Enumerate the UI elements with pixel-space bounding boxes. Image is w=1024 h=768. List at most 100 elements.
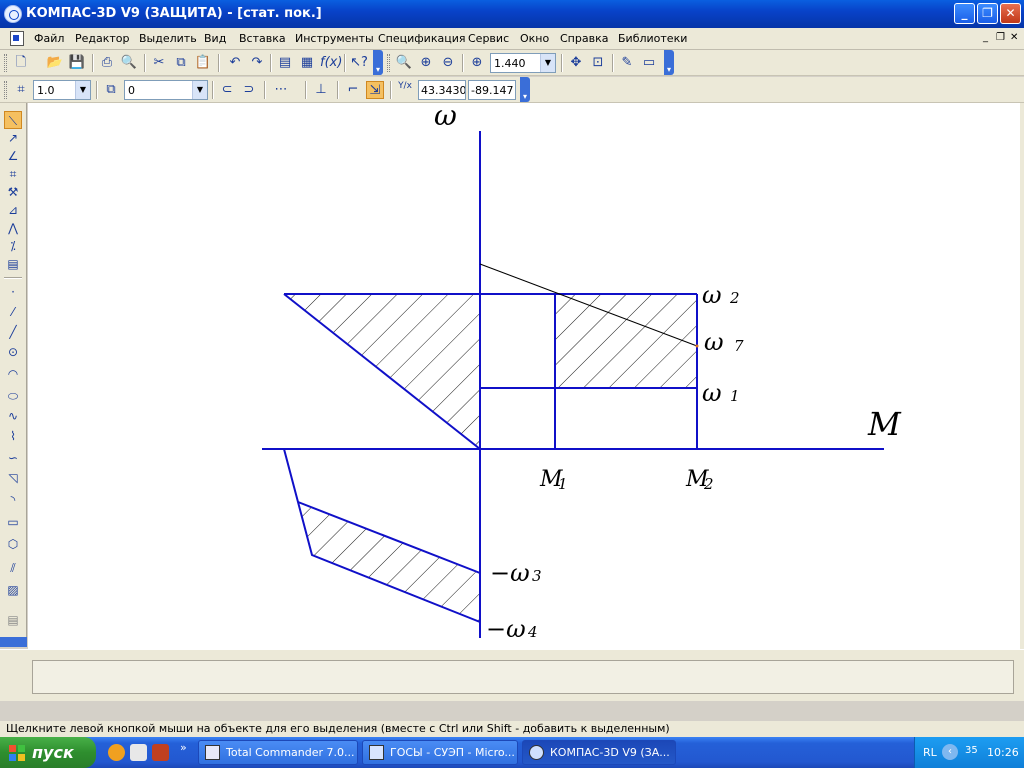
local-snap-icon[interactable]: ⊃ — [240, 81, 258, 99]
mdi-minimize-button[interactable]: _ — [983, 32, 988, 43]
menu-window[interactable]: Окно — [520, 32, 549, 45]
menu-service[interactable]: Сервис — [468, 32, 509, 45]
equidistant-icon[interactable]: ⫽ — [4, 559, 22, 577]
manager-icon[interactable]: ▤ — [276, 54, 294, 72]
new-document-icon[interactable]: 🗋 — [12, 54, 30, 72]
menu-select[interactable]: Выделить — [139, 32, 197, 45]
toolbar-grip[interactable] — [387, 54, 390, 72]
round-mode-icon[interactable]: ⇲ — [366, 81, 384, 99]
print-icon[interactable]: ⎙ — [98, 54, 116, 72]
dimensions-tool-icon[interactable]: ↗ — [4, 129, 22, 147]
menu-view[interactable]: Вид — [204, 32, 226, 45]
undo-icon[interactable]: ↶ — [226, 54, 244, 72]
mdi-restore-button[interactable]: ❐ — [996, 32, 1005, 43]
pan-icon[interactable]: ✥ — [567, 54, 585, 72]
designations-tool-icon[interactable]: ∠ — [4, 147, 22, 165]
quicklaunch-overflow-icon[interactable]: » — [180, 741, 187, 754]
zoom-scale-icon[interactable]: ⊕ — [468, 54, 486, 72]
toolbar-options-icon[interactable] — [0, 637, 27, 647]
step-cursor-icon[interactable]: ⌗ — [12, 81, 30, 99]
circle-icon[interactable]: ⊙ — [4, 343, 22, 361]
chamfer-icon[interactable]: ◹ — [4, 469, 22, 487]
menu-tools[interactable]: Инструменты — [295, 32, 374, 45]
start-button[interactable]: пуск — [0, 737, 96, 768]
layer-combo[interactable]: 0 ▼ — [124, 80, 208, 100]
zoom-window-icon[interactable]: 🔍 — [395, 54, 413, 72]
print-preview-icon[interactable]: 🔍 — [120, 54, 138, 72]
save-icon[interactable]: 💾 — [68, 54, 86, 72]
tray-expand-icon[interactable]: ‹ — [942, 744, 958, 760]
menu-file[interactable]: Файл — [34, 32, 64, 45]
open-folder-icon[interactable]: 📂 — [46, 54, 64, 72]
paste-icon[interactable]: 📋 — [194, 54, 212, 72]
tray-volume-icon[interactable]: 35 — [965, 745, 978, 756]
redo-icon[interactable]: ↷ — [248, 54, 266, 72]
grid-icon[interactable]: ⋯ — [272, 81, 290, 99]
copy-icon[interactable]: ⧉ — [172, 54, 190, 72]
close-button[interactable]: ✕ — [1000, 3, 1021, 24]
zoom-combo[interactable]: 1.440 ▼ — [490, 53, 556, 73]
arc-icon[interactable]: ◠ — [4, 365, 22, 383]
local-coordinates-icon[interactable]: ⊥ — [312, 81, 330, 99]
toolbar-grip[interactable] — [4, 54, 7, 72]
layers-icon[interactable]: ⧉ — [102, 81, 120, 99]
toolbar-options-icon[interactable]: ▾ — [373, 50, 383, 75]
quicklaunch-app-icon[interactable] — [108, 744, 125, 761]
cursor-step-combo[interactable]: 1.0 ▼ — [33, 80, 91, 100]
chevron-down-icon[interactable]: ▼ — [192, 81, 207, 99]
variables-icon[interactable]: f(x) — [320, 54, 342, 72]
mdi-close-button[interactable]: ✕ — [1010, 32, 1018, 43]
minimize-button[interactable]: _ — [954, 3, 975, 24]
parametrization-tool-icon[interactable]: ⚒ — [4, 183, 22, 201]
show-all-icon[interactable]: ⊡ — [589, 54, 607, 72]
spline-icon[interactable]: ∽ — [4, 449, 22, 467]
segment-icon[interactable]: ╱ — [4, 323, 22, 341]
zoom-in-icon[interactable]: ⊕ — [417, 54, 435, 72]
cut-icon[interactable]: ✂ — [150, 54, 168, 72]
continuous-input-icon[interactable]: ∿ — [4, 407, 22, 425]
task-total-commander[interactable]: Total Commander 7.0... — [198, 740, 358, 765]
geometry-tool-icon[interactable]: ⟍ — [4, 111, 22, 129]
kompas-app-icon[interactable] — [4, 5, 22, 23]
menu-help[interactable]: Справка — [560, 32, 608, 45]
quicklaunch-app-icon[interactable] — [152, 744, 169, 761]
language-indicator[interactable]: RL — [923, 746, 937, 759]
chevron-down-icon[interactable]: ▼ — [540, 54, 555, 72]
coord-x-field[interactable]: 43.3430 — [418, 80, 466, 100]
rectangle-icon[interactable]: ▭ — [4, 513, 22, 531]
ortho-mode-icon[interactable]: ⌐ — [344, 81, 362, 99]
menu-specification[interactable]: Спецификация — [378, 32, 465, 45]
task-word[interactable]: ГОСЫ - СУЭП - Micro... — [362, 740, 518, 765]
macro-icon[interactable]: ▤ — [4, 611, 22, 629]
auxiliary-line-icon[interactable]: ⁄ — [4, 303, 22, 321]
toolbar-options-icon[interactable]: ▾ — [520, 77, 530, 102]
display-icon[interactable]: ▭ — [640, 54, 658, 72]
snap-magnet-icon[interactable]: ⊂ — [218, 81, 236, 99]
drawing-canvas[interactable]: ω M ω 2 ω 7 ω 1 M 1 M 2 −ω 3 −ω 4 — [28, 99, 1020, 649]
vertical-scrollbar[interactable] — [1020, 103, 1024, 649]
toolbar-options-icon[interactable]: ▾ — [664, 50, 674, 75]
ellipse-icon[interactable]: ⬭ — [4, 387, 22, 405]
task-kompas[interactable]: КОМПАС-3D V9 (ЗА... — [522, 740, 676, 765]
menu-insert[interactable]: Вставка — [239, 32, 286, 45]
fillet-icon[interactable]: ◝ — [4, 491, 22, 509]
zoom-out-icon[interactable]: ⊖ — [439, 54, 457, 72]
quicklaunch-app-icon[interactable] — [130, 744, 147, 761]
menu-libraries[interactable]: Библиотеки — [618, 32, 687, 45]
regenerate-icon[interactable]: ✎ — [618, 54, 636, 72]
spec-tool-icon[interactable]: ⁒ — [4, 237, 22, 255]
polyline-icon[interactable]: ⌇ — [4, 427, 22, 445]
library-manager-icon[interactable]: ▦ — [298, 54, 316, 72]
maximize-button[interactable]: ❐ — [977, 3, 998, 24]
contour-icon[interactable]: ⬡ — [4, 535, 22, 553]
document-icon[interactable] — [10, 31, 24, 46]
point-icon[interactable]: · — [4, 283, 22, 301]
measurement-tool-icon[interactable]: ⊿ — [4, 201, 22, 219]
hatch-icon[interactable]: ▨ — [4, 581, 22, 599]
reports-tool-icon[interactable]: ▤ — [4, 255, 22, 273]
menu-editor[interactable]: Редактор — [75, 32, 130, 45]
toolbar-grip[interactable] — [4, 81, 7, 99]
selection-tool-icon[interactable]: ⋀ — [4, 219, 22, 237]
chevron-down-icon[interactable]: ▼ — [75, 81, 90, 99]
coord-y-field[interactable]: -89.147 — [468, 80, 516, 100]
